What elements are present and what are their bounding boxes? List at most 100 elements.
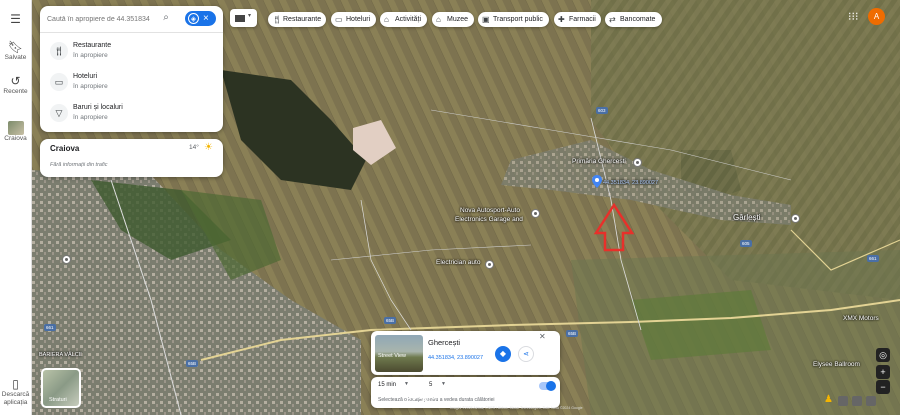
label-nova: Nova Autosport-Auto	[460, 207, 520, 214]
road-shield: 65B	[566, 330, 579, 337]
chip-label: Activități	[395, 16, 422, 23]
pegman-icon[interactable]: ♟	[824, 394, 833, 405]
chip-label: Muzee	[447, 16, 469, 23]
duration-select[interactable]: 15 min	[378, 382, 396, 388]
road-shield: 603	[596, 107, 608, 114]
chip-label: Transport public	[493, 16, 543, 23]
label-bariera: BARIERA VÂLCII	[39, 352, 82, 358]
map-type-icon	[235, 15, 245, 22]
map-type-button[interactable]: ▾	[230, 9, 257, 27]
museum-icon: ⌂	[436, 15, 441, 24]
recent-place-button[interactable]: Craiova	[0, 121, 31, 143]
apps-grid-icon[interactable]: ⁝⁝⁝	[848, 10, 859, 23]
recent-button[interactable]: ↺ Recente	[0, 74, 31, 96]
label-elysee: Elysee Ballroom	[813, 361, 860, 368]
saved-label: Salvate	[4, 54, 27, 61]
poi-marker[interactable]	[633, 158, 642, 167]
cocktail-icon: ▽	[50, 104, 68, 122]
fork-knife-icon: 🍴︎	[272, 15, 283, 24]
road-shield: 65B	[186, 360, 199, 367]
directions-button[interactable]: ◆	[495, 346, 511, 362]
grid-icon[interactable]	[866, 396, 876, 406]
chip-label: Restaurante	[283, 16, 322, 23]
chip-atms[interactable]: ⇄ Bancomate	[605, 12, 662, 27]
directions-icon[interactable]: ◈	[188, 13, 199, 24]
label-garlesti: Gârlești	[733, 213, 761, 222]
atm-icon: ⇄	[609, 15, 616, 24]
road-shield: 605	[740, 240, 752, 247]
account-avatar[interactable]: A	[868, 8, 885, 25]
chip-pharmacies[interactable]: ✚ Farmacii	[554, 12, 601, 27]
suggestion-subtitle: în apropiere	[73, 52, 108, 59]
suggestion-restaurants[interactable]: 🍴︎ Restaurante în apropiere	[40, 37, 223, 67]
download-label: Descarcă aplicația	[1, 391, 30, 406]
chip-restaurants[interactable]: 🍴︎ Restaurante	[268, 12, 326, 27]
fork-knife-icon: 🍴︎	[50, 42, 68, 60]
chevron-down-icon[interactable]: ▼	[441, 381, 446, 387]
poi-marker[interactable]	[531, 209, 540, 218]
bookmark-icon: 🔖︎	[7, 40, 24, 54]
close-icon[interactable]: ×	[203, 12, 209, 25]
place-name[interactable]: Ghercești	[428, 338, 460, 347]
chevron-down-icon[interactable]: ▼	[404, 381, 409, 387]
label-nova-2: Electronics Garage and	[455, 216, 523, 223]
label-xmx: XMX Motors	[843, 315, 879, 322]
pharmacy-icon: ✚	[558, 15, 565, 24]
weather-card[interactable]: Craiova 14° ☀ Fără informații din trafic	[40, 139, 223, 177]
road-shield: 661	[867, 255, 879, 262]
street-view-thumbnail[interactable]: Street View	[375, 335, 423, 372]
label-electrician: Electrician auto	[436, 259, 481, 266]
travel-toggle[interactable]	[539, 381, 556, 391]
my-location-button[interactable]: ◎	[876, 348, 890, 362]
partly-sunny-icon: ☀	[204, 142, 213, 153]
chip-public-transport[interactable]: ▣ Transport public	[478, 12, 549, 27]
close-icon[interactable]: ✕	[539, 332, 546, 341]
label-coordinates: 44.351834, 23.890027	[603, 180, 659, 186]
search-icon[interactable]: ⌕	[160, 12, 172, 24]
chip-label: Bancomate	[620, 16, 656, 23]
zoom-in-button[interactable]: +	[876, 365, 890, 379]
directions-pill: ◈ ×	[185, 11, 216, 26]
chip-activities[interactable]: ⌂ Activități	[380, 12, 427, 27]
poi-marker[interactable]	[485, 260, 494, 269]
location-pin-icon[interactable]	[592, 175, 602, 188]
suggestion-subtitle: în apropiere	[73, 83, 108, 90]
travel-hint: Selectează o locație pentru a vedea dura…	[378, 397, 495, 403]
recent-label: Recente	[3, 88, 28, 95]
poi-marker[interactable]	[62, 255, 71, 264]
suggestion-hotels[interactable]: ▭ Hoteluri în apropiere	[40, 68, 223, 98]
chevron-down-icon: ▾	[248, 13, 252, 19]
search-bar: ⌕ ◈ ×	[40, 6, 223, 33]
label-primaria: Primăria Ghercești	[572, 158, 626, 165]
chip-label: Hoteluri	[346, 16, 371, 23]
suggestion-title: Baruri și localuri	[73, 104, 123, 111]
poi-marker[interactable]	[791, 214, 800, 223]
recent-thumbnail	[7, 121, 24, 135]
menu-button[interactable]: ☰	[0, 12, 31, 26]
map-footer: Imagini ©2024 Airbus, CNES / Airbus, Max…	[450, 406, 583, 410]
zoom-out-button[interactable]: −	[876, 380, 890, 394]
google-logo: Google	[405, 391, 436, 401]
chip-hotels[interactable]: ▭ Hoteluri	[331, 12, 376, 27]
place-card: Street View Ghercești 44.351834, 23.8900…	[371, 331, 560, 375]
ticket-icon: ⌂	[384, 15, 389, 24]
layers-button[interactable]: Straturi	[41, 368, 81, 408]
phone-icon: ▯	[12, 377, 19, 391]
globe-icon[interactable]	[852, 396, 862, 406]
chip-museums[interactable]: ⌂ Muzee	[432, 12, 474, 27]
place-coordinates[interactable]: 44.351834, 23.890027	[428, 355, 483, 361]
bus-icon: ▣	[482, 15, 490, 24]
road-shield: 661	[44, 324, 56, 331]
street-view-label: Street View	[378, 353, 407, 359]
travel-time-bar: 15 min ▼ 5 ▼ Selectează o locație pentru…	[371, 377, 560, 408]
suggestion-bars[interactable]: ▽ Baruri și localuri în apropiere	[40, 99, 223, 129]
search-input[interactable]	[47, 12, 159, 26]
left-rail: ☰ 🔖︎ Salvate ↺ Recente Craiova ▯ Descarc…	[0, 0, 32, 415]
compass-icon[interactable]	[838, 396, 848, 406]
search-panel: ⌕ ◈ × 🍴︎ Restaurante în apropiere ▭ Hote…	[40, 6, 223, 132]
weather-city: Craiova	[50, 144, 80, 153]
saved-button[interactable]: 🔖︎ Salvate	[0, 40, 31, 62]
download-app-button[interactable]: ▯ Descarcă aplicația	[0, 377, 31, 407]
share-button[interactable]: ⋖	[518, 346, 534, 362]
count-select[interactable]: 5	[429, 382, 432, 388]
